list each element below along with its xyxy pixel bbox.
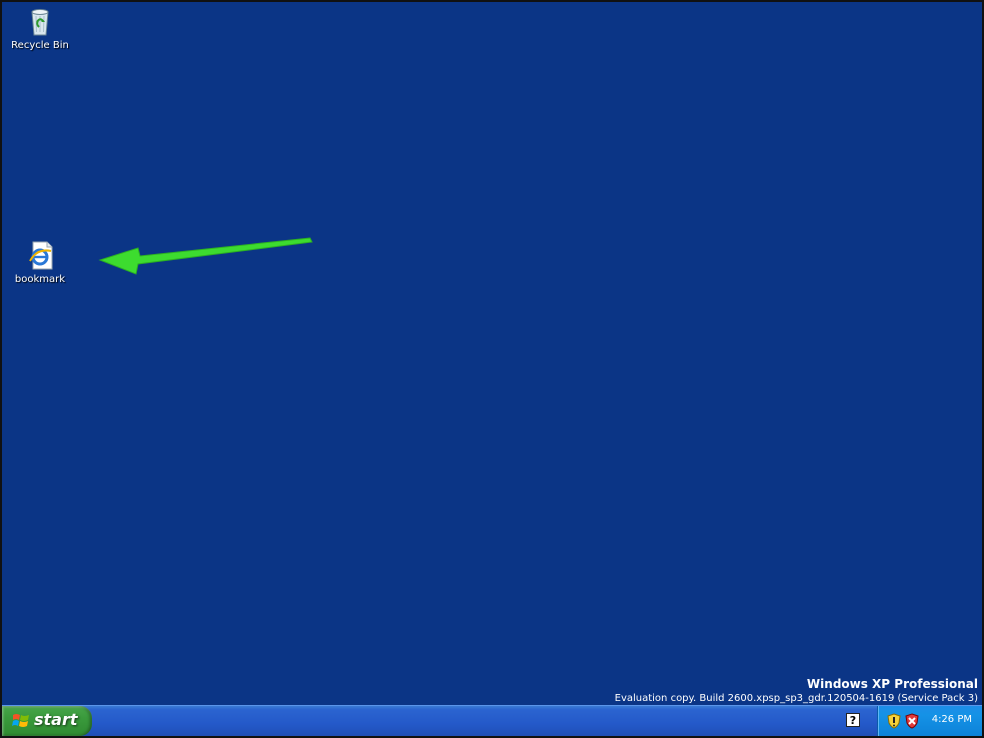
os-watermark: Windows XP Professional Evaluation copy.…	[615, 677, 978, 704]
clock[interactable]: 4:26 PM	[932, 714, 972, 725]
watermark-title: Windows XP Professional	[806, 677, 978, 691]
green-arrow-icon	[98, 237, 313, 275]
bookmark-label: bookmark	[14, 274, 66, 285]
desktop[interactable]: Recycle Bin bookmark Windows XP Professi…	[2, 2, 982, 706]
recycle-bin-label: Recycle Bin	[11, 40, 69, 51]
internet-explorer-icon	[29, 241, 53, 270]
windows-logo-icon	[12, 714, 29, 727]
help-icon[interactable]: ?	[846, 713, 860, 727]
recycle-bin-icon	[31, 9, 49, 36]
security-shield-icon[interactable]	[886, 713, 902, 729]
desktop-icon-recycle-bin[interactable]: Recycle Bin	[4, 4, 76, 51]
security-alert-icon[interactable]	[904, 713, 920, 729]
taskbar: start ? 4:26 PM	[2, 705, 982, 736]
start-label: start	[34, 710, 78, 729]
watermark-subtitle: Evaluation copy. Build 2600.xpsp_sp3_gdr…	[614, 693, 978, 704]
system-tray: 4:26 PM	[877, 706, 982, 736]
desktop-icon-bookmark[interactable]: bookmark	[4, 238, 76, 285]
start-button[interactable]: start	[2, 706, 92, 736]
screen-frame: Recycle Bin bookmark Windows XP Professi…	[0, 0, 984, 738]
